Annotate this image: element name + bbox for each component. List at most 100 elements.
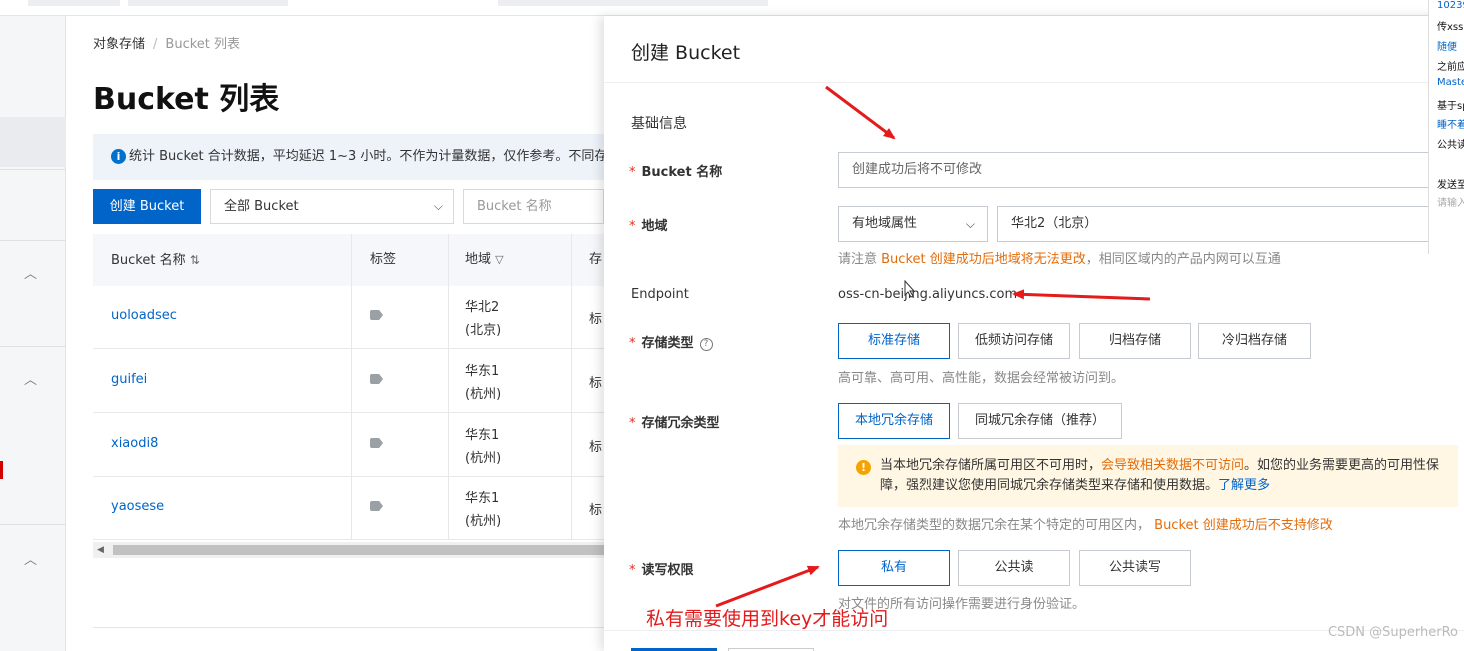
bucket-name-link[interactable]: uoloadsec: [111, 308, 177, 323]
bucket-name-input[interactable]: 创建成功后将不可修改 0/: [838, 152, 1464, 188]
region-value: 华北2（北京）: [1011, 216, 1098, 231]
bucket-filter-select[interactable]: 全部 Bucket ⌵: [210, 189, 454, 224]
tag-icon[interactable]: [370, 374, 383, 384]
tab-placeholder[interactable]: [498, 0, 768, 6]
acl-public-read-write-option[interactable]: 公共读写: [1079, 550, 1191, 586]
bucket-name-label: * Bucket 名称: [629, 161, 722, 180]
annotation-text: 私有需要使用到key才能访问: [646, 608, 889, 630]
chevron-up-icon[interactable]: ︿: [24, 374, 38, 388]
horizontal-scrollbar[interactable]: ◀: [93, 542, 604, 558]
side-chat-panel: 10239 传xss 随便 之前应 Maste 基于sp 睡不着 公共读 发送至…: [1428, 0, 1464, 254]
storage-cold-archive-option[interactable]: 冷归档存储: [1198, 323, 1311, 359]
table-row[interactable]: uoloadsec 华北2 (北京) 标: [93, 286, 604, 349]
bucket-name-placeholder: 创建成功后将不可修改: [852, 162, 983, 177]
left-sidebar: ︿ ︿ ︿: [0, 16, 66, 651]
divider: [0, 346, 66, 347]
chat-input-placeholder[interactable]: 请输入: [1437, 194, 1464, 209]
region-line: (杭州): [465, 514, 502, 529]
storage-ia-option[interactable]: 低频访问存储: [958, 323, 1070, 359]
create-bucket-button[interactable]: 创建 Bucket: [93, 189, 201, 224]
redundancy-label: * 存储冗余类型: [629, 412, 720, 431]
region-select[interactable]: 华北2（北京）: [997, 206, 1464, 242]
chat-line[interactable]: Maste: [1437, 77, 1464, 88]
breadcrumb-root[interactable]: 对象存储: [93, 37, 145, 52]
main-content: 对象存储 / Bucket 列表 Bucket 列表 i 统计 Bucket 合计数…: [66, 16, 604, 651]
region-cell: 华北2 (北京): [465, 296, 501, 342]
required-mark: *: [629, 336, 636, 351]
sort-icon[interactable]: ⇅: [190, 253, 200, 267]
chevron-down-icon: ⌵: [433, 199, 443, 213]
chevron-down-icon: ⌵: [965, 217, 975, 231]
sidebar-item-active[interactable]: [0, 117, 66, 167]
redundancy-hint: 本地冗余存储类型的数据冗余在某个特定的可用区内， Bucket 创建成功后不支持…: [838, 514, 1333, 533]
bucket-name-link[interactable]: guifei: [111, 372, 147, 387]
bucket-name-link[interactable]: xiaodi8: [111, 436, 158, 451]
chat-line[interactable]: 随便: [1437, 38, 1457, 53]
chevron-up-icon[interactable]: ︿: [24, 554, 38, 568]
storage-archive-option[interactable]: 归档存储: [1079, 323, 1191, 359]
storage-cell: 标: [589, 376, 603, 391]
tag-icon[interactable]: [370, 438, 383, 448]
redundancy-lrs-option[interactable]: 本地冗余存储: [838, 403, 950, 439]
chat-line[interactable]: 10239: [1437, 0, 1464, 11]
region-line: 华东1: [465, 491, 500, 506]
divider: [0, 524, 66, 525]
storage-cell: 标: [589, 312, 603, 327]
learn-more-link[interactable]: 了解更多: [1218, 478, 1270, 493]
hint-text: 请注意: [838, 252, 882, 267]
tab-placeholder[interactable]: [28, 0, 120, 6]
bucket-name-link[interactable]: yaosese: [111, 499, 164, 514]
storage-standard-option[interactable]: 标准存储: [838, 323, 950, 359]
table-row[interactable]: xiaodi8 华东1 (杭州) 标: [93, 414, 604, 477]
region-line: (杭州): [465, 451, 502, 466]
acl-public-read-option[interactable]: 公共读: [958, 550, 1070, 586]
tab-placeholder[interactable]: [128, 0, 288, 6]
column-header-name[interactable]: Bucket 名称 ⇅: [111, 234, 200, 286]
region-line: 华东1: [465, 428, 500, 443]
region-cell: 华东1 (杭州): [465, 424, 501, 470]
chat-send-label[interactable]: 发送至: [1437, 176, 1464, 191]
storage-class-hint: 高可靠、高可用、高性能，数据会经常被访问到。: [838, 371, 1125, 386]
region-label: * 地域: [629, 215, 668, 234]
region-line: (北京): [465, 323, 502, 338]
chat-line[interactable]: 睡不着: [1437, 116, 1464, 131]
top-bar: [0, 0, 1464, 16]
notice-text: 统计 Bucket 合计数据，平均延迟 1~3 小时。不作为计量数据，仅作参考。…: [129, 149, 604, 164]
divider: [604, 82, 1464, 83]
warning-text: 当本地冗余存储所属可用区不可用时，: [880, 458, 1102, 473]
bucket-search-input[interactable]: Bucket 名称: [463, 189, 604, 224]
acl-label-text: 读写权限: [641, 563, 694, 578]
chevron-up-icon[interactable]: ︿: [24, 268, 38, 282]
region-label-text: 地域: [641, 219, 668, 234]
warning-highlight: 会导致相关数据不可访问: [1101, 458, 1245, 473]
acl-private-option[interactable]: 私有: [838, 550, 950, 586]
storage-class-label: * 存储类型?: [629, 332, 713, 351]
scrollbar-thumb[interactable]: [113, 545, 604, 555]
scroll-left-icon[interactable]: ◀: [97, 545, 104, 555]
info-icon: i: [111, 149, 126, 164]
table-row[interactable]: yaosese 华东1 (杭州) 标: [93, 477, 604, 540]
breadcrumb-separator: /: [153, 37, 158, 52]
column-header-region[interactable]: 地域 ▽: [465, 234, 504, 286]
help-icon[interactable]: ?: [699, 338, 713, 351]
region-line: (杭州): [465, 387, 502, 402]
filter-icon[interactable]: ▽: [495, 253, 503, 266]
region-line: 华东1: [465, 364, 500, 379]
table-footer: [93, 627, 604, 651]
storage-class-label-text: 存储类型: [641, 336, 694, 351]
acl-label: * 读写权限: [629, 559, 694, 578]
column-header-storage: 存: [589, 252, 603, 267]
watermark: CSDN @SuperherRo: [1327, 625, 1458, 640]
region-type-value: 有地域属性: [852, 216, 918, 231]
redundancy-zrs-option[interactable]: 同城冗余存储（推荐）: [958, 403, 1122, 439]
region-cell: 华东1 (杭州): [465, 360, 501, 406]
column-header-region-label: 地域: [465, 252, 492, 267]
table-row[interactable]: guifei 华东1 (杭州) 标: [93, 350, 604, 413]
hint-warning-text: Bucket 创建成功后不支持修改: [1150, 518, 1333, 533]
region-line: 华北2: [465, 300, 500, 315]
tag-icon[interactable]: [370, 501, 383, 511]
tag-icon[interactable]: [370, 310, 383, 320]
region-type-select[interactable]: 有地域属性 ⌵: [838, 206, 988, 242]
column-header-name-label: Bucket 名称: [111, 253, 186, 268]
chat-line: 传xss: [1437, 22, 1464, 33]
